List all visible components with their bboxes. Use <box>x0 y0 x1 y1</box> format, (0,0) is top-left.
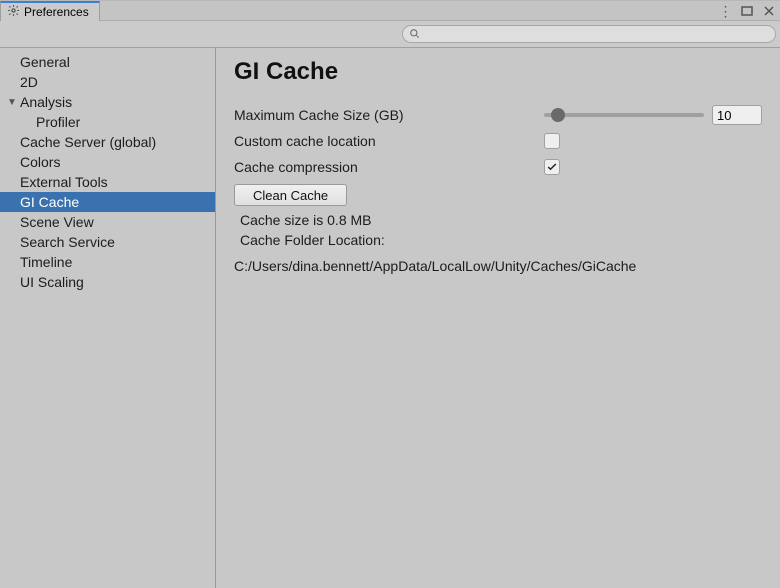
max-cache-slider[interactable] <box>544 113 704 117</box>
max-cache-label: Maximum Cache Size (GB) <box>234 107 544 123</box>
sidebar-item-label: UI Scaling <box>20 274 84 290</box>
gear-icon <box>7 4 20 20</box>
max-cache-input[interactable] <box>712 105 762 125</box>
sidebar-item-label: Scene View <box>20 214 94 230</box>
sidebar-item-label: Timeline <box>20 254 72 270</box>
main-panel: GI Cache Maximum Cache Size (GB) Custom … <box>216 48 780 588</box>
row-max-cache: Maximum Cache Size (GB) <box>234 102 762 128</box>
searchbar <box>0 20 780 48</box>
search-box[interactable] <box>402 25 776 43</box>
titlebar-controls: ⋮ <box>718 1 776 21</box>
custom-location-label: Custom cache location <box>234 133 544 149</box>
sidebar-item-external-tools[interactable]: External Tools <box>0 172 215 192</box>
sidebar-item-scene-view[interactable]: Scene View <box>0 212 215 232</box>
compression-checkbox[interactable] <box>544 159 560 175</box>
window-tab[interactable]: Preferences <box>0 1 100 21</box>
close-icon[interactable] <box>762 4 776 18</box>
sidebar-item-2d[interactable]: 2D <box>0 72 215 92</box>
row-compression: Cache compression <box>234 154 762 180</box>
clean-cache-button[interactable]: Clean Cache <box>234 184 347 206</box>
cache-size-text: Cache size is 0.8 MB <box>234 210 762 230</box>
sidebar: General 2D ▼ Analysis Profiler Cache Ser… <box>0 48 216 588</box>
custom-location-checkbox[interactable] <box>544 133 560 149</box>
sidebar-item-timeline[interactable]: Timeline <box>0 252 215 272</box>
maximize-icon[interactable] <box>740 4 754 18</box>
search-input[interactable] <box>424 28 769 40</box>
cache-folder-label: Cache Folder Location: <box>234 230 762 250</box>
clean-cache-button-label: Clean Cache <box>253 188 328 203</box>
panel-title: GI Cache <box>234 58 762 86</box>
sidebar-item-label: Search Service <box>20 234 115 250</box>
sidebar-item-general[interactable]: General <box>0 52 215 72</box>
titlebar: Preferences ⋮ <box>0 0 780 20</box>
sidebar-item-cache-server[interactable]: Cache Server (global) <box>0 132 215 152</box>
row-custom-location: Custom cache location <box>234 128 762 154</box>
sidebar-item-ui-scaling[interactable]: UI Scaling <box>0 272 215 292</box>
sidebar-item-label: GI Cache <box>20 194 79 210</box>
search-icon <box>409 27 420 42</box>
body: General 2D ▼ Analysis Profiler Cache Ser… <box>0 48 780 588</box>
sidebar-item-analysis[interactable]: ▼ Analysis <box>0 92 215 112</box>
sidebar-item-colors[interactable]: Colors <box>0 152 215 172</box>
window-tab-label: Preferences <box>24 5 89 19</box>
sidebar-item-label: Colors <box>20 154 60 170</box>
sidebar-item-label: 2D <box>20 74 38 90</box>
cache-folder-path: C:/Users/dina.bennett/AppData/LocalLow/U… <box>234 250 762 276</box>
sidebar-item-label: Profiler <box>36 114 80 130</box>
sidebar-item-label: General <box>20 54 70 70</box>
sidebar-item-profiler[interactable]: Profiler <box>0 112 215 132</box>
sidebar-item-label: External Tools <box>20 174 108 190</box>
sidebar-item-search-service[interactable]: Search Service <box>0 232 215 252</box>
caret-down-icon[interactable]: ▼ <box>6 97 18 108</box>
compression-label: Cache compression <box>234 159 544 175</box>
sidebar-item-label: Analysis <box>20 94 72 110</box>
kebab-menu-icon[interactable]: ⋮ <box>718 4 732 18</box>
sidebar-item-gi-cache[interactable]: GI Cache <box>0 192 215 212</box>
sidebar-item-label: Cache Server (global) <box>20 134 156 150</box>
